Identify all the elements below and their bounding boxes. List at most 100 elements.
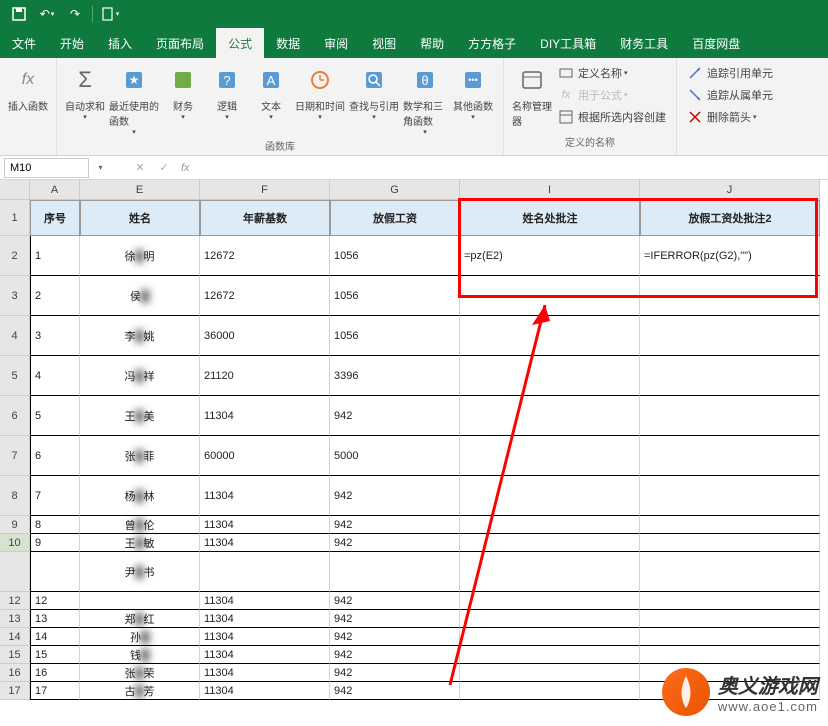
row-header[interactable]: 14 bbox=[0, 628, 30, 646]
new-icon[interactable]: ▾ bbox=[98, 3, 122, 25]
cell[interactable]: 12672 bbox=[200, 236, 330, 276]
cell[interactable]: 11304 bbox=[200, 664, 330, 682]
cell[interactable]: 冯▓祥 bbox=[80, 356, 200, 396]
cell[interactable] bbox=[460, 476, 640, 516]
cell[interactable]: 942 bbox=[330, 592, 460, 610]
cell[interactable] bbox=[460, 592, 640, 610]
cell[interactable]: 孙▓ bbox=[80, 628, 200, 646]
cell[interactable] bbox=[640, 436, 820, 476]
cell[interactable]: 3 bbox=[30, 316, 80, 356]
cell[interactable]: 12672 bbox=[200, 276, 330, 316]
cell[interactable]: 942 bbox=[330, 534, 460, 552]
cell[interactable]: 11304 bbox=[200, 476, 330, 516]
row-header[interactable]: 15 bbox=[0, 646, 30, 664]
cell[interactable]: 王▓敏 bbox=[80, 534, 200, 552]
cell[interactable]: 侯▓ bbox=[80, 276, 200, 316]
col-header[interactable]: E bbox=[80, 180, 200, 200]
col-header[interactable]: A bbox=[30, 180, 80, 200]
datetime-button[interactable]: 日期和时间▾ bbox=[293, 62, 347, 123]
cell[interactable]: 12 bbox=[30, 592, 80, 610]
row-header[interactable] bbox=[0, 552, 30, 592]
cell[interactable]: 1056 bbox=[330, 276, 460, 316]
cell[interactable]: 11304 bbox=[200, 646, 330, 664]
logical-button[interactable]: ? 逻辑▾ bbox=[205, 62, 249, 123]
cell[interactable]: 11304 bbox=[200, 628, 330, 646]
cell[interactable]: 17 bbox=[30, 682, 80, 700]
cell[interactable]: 5000 bbox=[330, 436, 460, 476]
cell[interactable]: 11304 bbox=[200, 516, 330, 534]
cell[interactable]: 16 bbox=[30, 664, 80, 682]
menu-view[interactable]: 视图 bbox=[360, 28, 408, 58]
menu-help[interactable]: 帮助 bbox=[408, 28, 456, 58]
cell[interactable]: 李▓姚 bbox=[80, 316, 200, 356]
row-header[interactable]: 13 bbox=[0, 610, 30, 628]
cell[interactable] bbox=[330, 552, 460, 592]
lookup-button[interactable]: 查找与引用▾ bbox=[347, 62, 401, 123]
text-button[interactable]: A 文本▾ bbox=[249, 62, 293, 123]
cell[interactable]: 1 bbox=[30, 236, 80, 276]
save-icon[interactable] bbox=[7, 3, 31, 25]
header-cell[interactable]: 放假工资处批注2 bbox=[640, 200, 820, 236]
row-header[interactable]: 6 bbox=[0, 396, 30, 436]
header-cell[interactable]: 姓名处批注 bbox=[460, 200, 640, 236]
cell[interactable] bbox=[640, 356, 820, 396]
row-header[interactable]: 5 bbox=[0, 356, 30, 396]
cell[interactable]: 1056 bbox=[330, 316, 460, 356]
cell[interactable] bbox=[640, 552, 820, 592]
cell[interactable]: =pz(E2) bbox=[460, 236, 640, 276]
cell[interactable]: 11304 bbox=[200, 534, 330, 552]
fx-icon[interactable]: fx bbox=[176, 162, 195, 174]
cell[interactable]: 942 bbox=[330, 682, 460, 700]
cell[interactable]: 钱▓ bbox=[80, 646, 200, 664]
cell[interactable]: 14 bbox=[30, 628, 80, 646]
name-box[interactable]: M10 bbox=[4, 158, 89, 178]
row-header[interactable]: 9 bbox=[0, 516, 30, 534]
menu-home[interactable]: 开始 bbox=[48, 28, 96, 58]
cell[interactable] bbox=[460, 396, 640, 436]
cell[interactable]: 942 bbox=[330, 610, 460, 628]
cell[interactable]: 11304 bbox=[200, 592, 330, 610]
cell[interactable]: 3396 bbox=[330, 356, 460, 396]
menu-baidu[interactable]: 百度网盘 bbox=[680, 28, 752, 58]
cell[interactable] bbox=[80, 592, 200, 610]
row-header[interactable]: 4 bbox=[0, 316, 30, 356]
cell[interactable]: 4 bbox=[30, 356, 80, 396]
cell[interactable]: 942 bbox=[330, 664, 460, 682]
formula-enter-icon[interactable]: ✓ bbox=[152, 161, 176, 174]
cell[interactable]: 15 bbox=[30, 646, 80, 664]
row-header[interactable]: 1 bbox=[0, 200, 30, 236]
autosum-button[interactable]: Σ 自动求和▾ bbox=[63, 62, 107, 123]
cell[interactable] bbox=[460, 552, 640, 592]
cell[interactable] bbox=[640, 646, 820, 664]
cell[interactable] bbox=[640, 592, 820, 610]
trace-dependents-button[interactable]: 追踪从属单元 bbox=[683, 84, 777, 106]
header-cell[interactable]: 放假工资 bbox=[330, 200, 460, 236]
menu-ffgz[interactable]: 方方格子 bbox=[456, 28, 528, 58]
cell[interactable] bbox=[640, 476, 820, 516]
cell[interactable]: 张▓菲 bbox=[80, 436, 200, 476]
cell[interactable]: 8 bbox=[30, 516, 80, 534]
menu-review[interactable]: 审阅 bbox=[312, 28, 360, 58]
recent-fn-button[interactable]: ★ 最近使用的函数▾ bbox=[107, 62, 161, 138]
cell[interactable]: 曾▓伦 bbox=[80, 516, 200, 534]
cell[interactable] bbox=[460, 316, 640, 356]
cell[interactable]: 徐▓明 bbox=[80, 236, 200, 276]
cell[interactable]: 1056 bbox=[330, 236, 460, 276]
cell[interactable] bbox=[640, 516, 820, 534]
select-all-corner[interactable] bbox=[0, 180, 30, 200]
remove-arrows-button[interactable]: 删除箭头 ▾ bbox=[683, 106, 777, 128]
cell[interactable] bbox=[460, 534, 640, 552]
insert-function-button[interactable]: fx 插入函数 bbox=[6, 62, 50, 115]
col-header[interactable]: G bbox=[330, 180, 460, 200]
menu-finance[interactable]: 财务工具 bbox=[608, 28, 680, 58]
cell[interactable]: 6 bbox=[30, 436, 80, 476]
cell[interactable] bbox=[640, 276, 820, 316]
row-header[interactable]: 16 bbox=[0, 664, 30, 682]
cell[interactable] bbox=[460, 610, 640, 628]
other-fn-button[interactable]: ••• 其他函数▾ bbox=[449, 62, 497, 123]
row-header[interactable]: 3 bbox=[0, 276, 30, 316]
cell[interactable] bbox=[640, 534, 820, 552]
col-header[interactable]: I bbox=[460, 180, 640, 200]
menu-layout[interactable]: 页面布局 bbox=[144, 28, 216, 58]
menu-formula[interactable]: 公式 bbox=[216, 28, 264, 58]
